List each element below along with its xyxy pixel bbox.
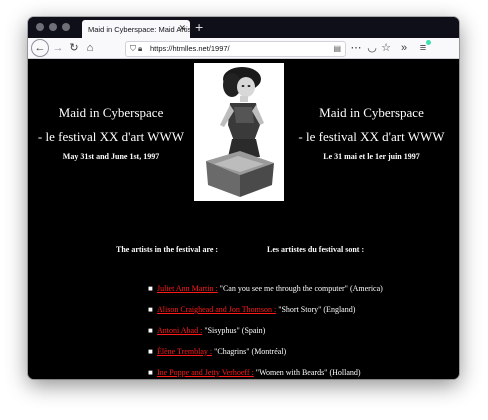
more-icon[interactable]: ⋯ xyxy=(350,40,362,56)
zoom-window-button[interactable] xyxy=(62,23,70,31)
bullet-icon: ■ xyxy=(148,284,153,293)
artists-heading-english: The artists in the festival are : xyxy=(116,245,219,254)
bullet-icon: ■ xyxy=(148,368,153,377)
artist-link[interactable]: Alison Craighead and Jon Thomson : xyxy=(157,305,276,314)
artist-work: "Women with Beards" (Holland) xyxy=(253,368,361,377)
right-date: Le 31 mai et le 1er juin 1997 xyxy=(323,152,420,161)
lock-icon: 🔒︎ xyxy=(138,44,143,53)
pocket-icon[interactable]: ◡ xyxy=(366,40,378,56)
reload-icon[interactable]: ↻ xyxy=(68,40,80,56)
browser-window: Maid in Cyberspace: Maid Artists ✕ + ← →… xyxy=(28,17,459,379)
tab-active[interactable]: Maid in Cyberspace: Maid Artists ✕ xyxy=(82,20,197,38)
minimize-window-button[interactable] xyxy=(49,23,57,31)
doll-image xyxy=(194,63,284,201)
artist-work: "Can you see me through the computer" (A… xyxy=(217,284,383,293)
reader-view-icon[interactable]: ▤ xyxy=(333,42,341,56)
bookmark-star-icon[interactable]: ☆ xyxy=(380,40,392,56)
tab-close-icon[interactable]: ✕ xyxy=(178,23,186,34)
nav-toolbar: ← → ↻ ⌂ ⛉ 🔒︎ https://htmlles.net/1997/ ▤… xyxy=(28,38,459,59)
address-bar[interactable]: ⛉ 🔒︎ https://htmlles.net/1997/ ▤ xyxy=(125,41,346,57)
doll-on-computer-illustration xyxy=(194,63,284,201)
artist-work: "Short Story" (England) xyxy=(276,305,356,314)
left-title: Maid in Cyberspace xyxy=(58,105,164,120)
artists-heading-french: Les artistes du festival sont : xyxy=(267,245,365,254)
artist-work: "Sisyphus" (Spain) xyxy=(202,326,266,335)
artist-link[interactable]: Ine Poppe and Jetty Verhoeff : xyxy=(157,368,254,377)
bullet-icon: ■ xyxy=(148,347,153,356)
left-date: May 31st and June 1st, 1997 xyxy=(62,152,160,161)
url-text: https://htmlles.net/1997/ xyxy=(150,44,230,53)
page-content: Maid in Cyberspace - le festival XX d'ar… xyxy=(28,59,459,379)
right-subtitle: - le festival XX d'art WWW xyxy=(298,129,445,144)
tab-bar: Maid in Cyberspace: Maid Artists ✕ + xyxy=(28,17,459,38)
shield-icon: ⛉ xyxy=(130,44,136,53)
artist-link[interactable]: Antoni Abad : xyxy=(157,326,202,335)
artist-work: "Chagrins" (Montréal) xyxy=(212,347,287,356)
back-icon[interactable]: ← xyxy=(31,39,49,57)
left-subtitle: - le festival XX d'art WWW xyxy=(37,129,185,144)
update-badge-icon xyxy=(426,40,431,45)
bullet-icon: ■ xyxy=(148,326,153,335)
new-tab-icon[interactable]: + xyxy=(195,19,203,35)
artist-link[interactable]: Èlène Tremblay : xyxy=(157,347,212,356)
right-title: Maid in Cyberspace xyxy=(319,105,424,120)
home-icon[interactable]: ⌂ xyxy=(84,40,96,56)
artist-link[interactable]: Juliet Ann Martin : xyxy=(157,284,218,293)
close-window-button[interactable] xyxy=(36,23,44,31)
bullet-icon: ■ xyxy=(148,305,153,314)
forward-icon[interactable]: → xyxy=(52,40,64,56)
overflow-icon[interactable]: » xyxy=(398,40,410,56)
